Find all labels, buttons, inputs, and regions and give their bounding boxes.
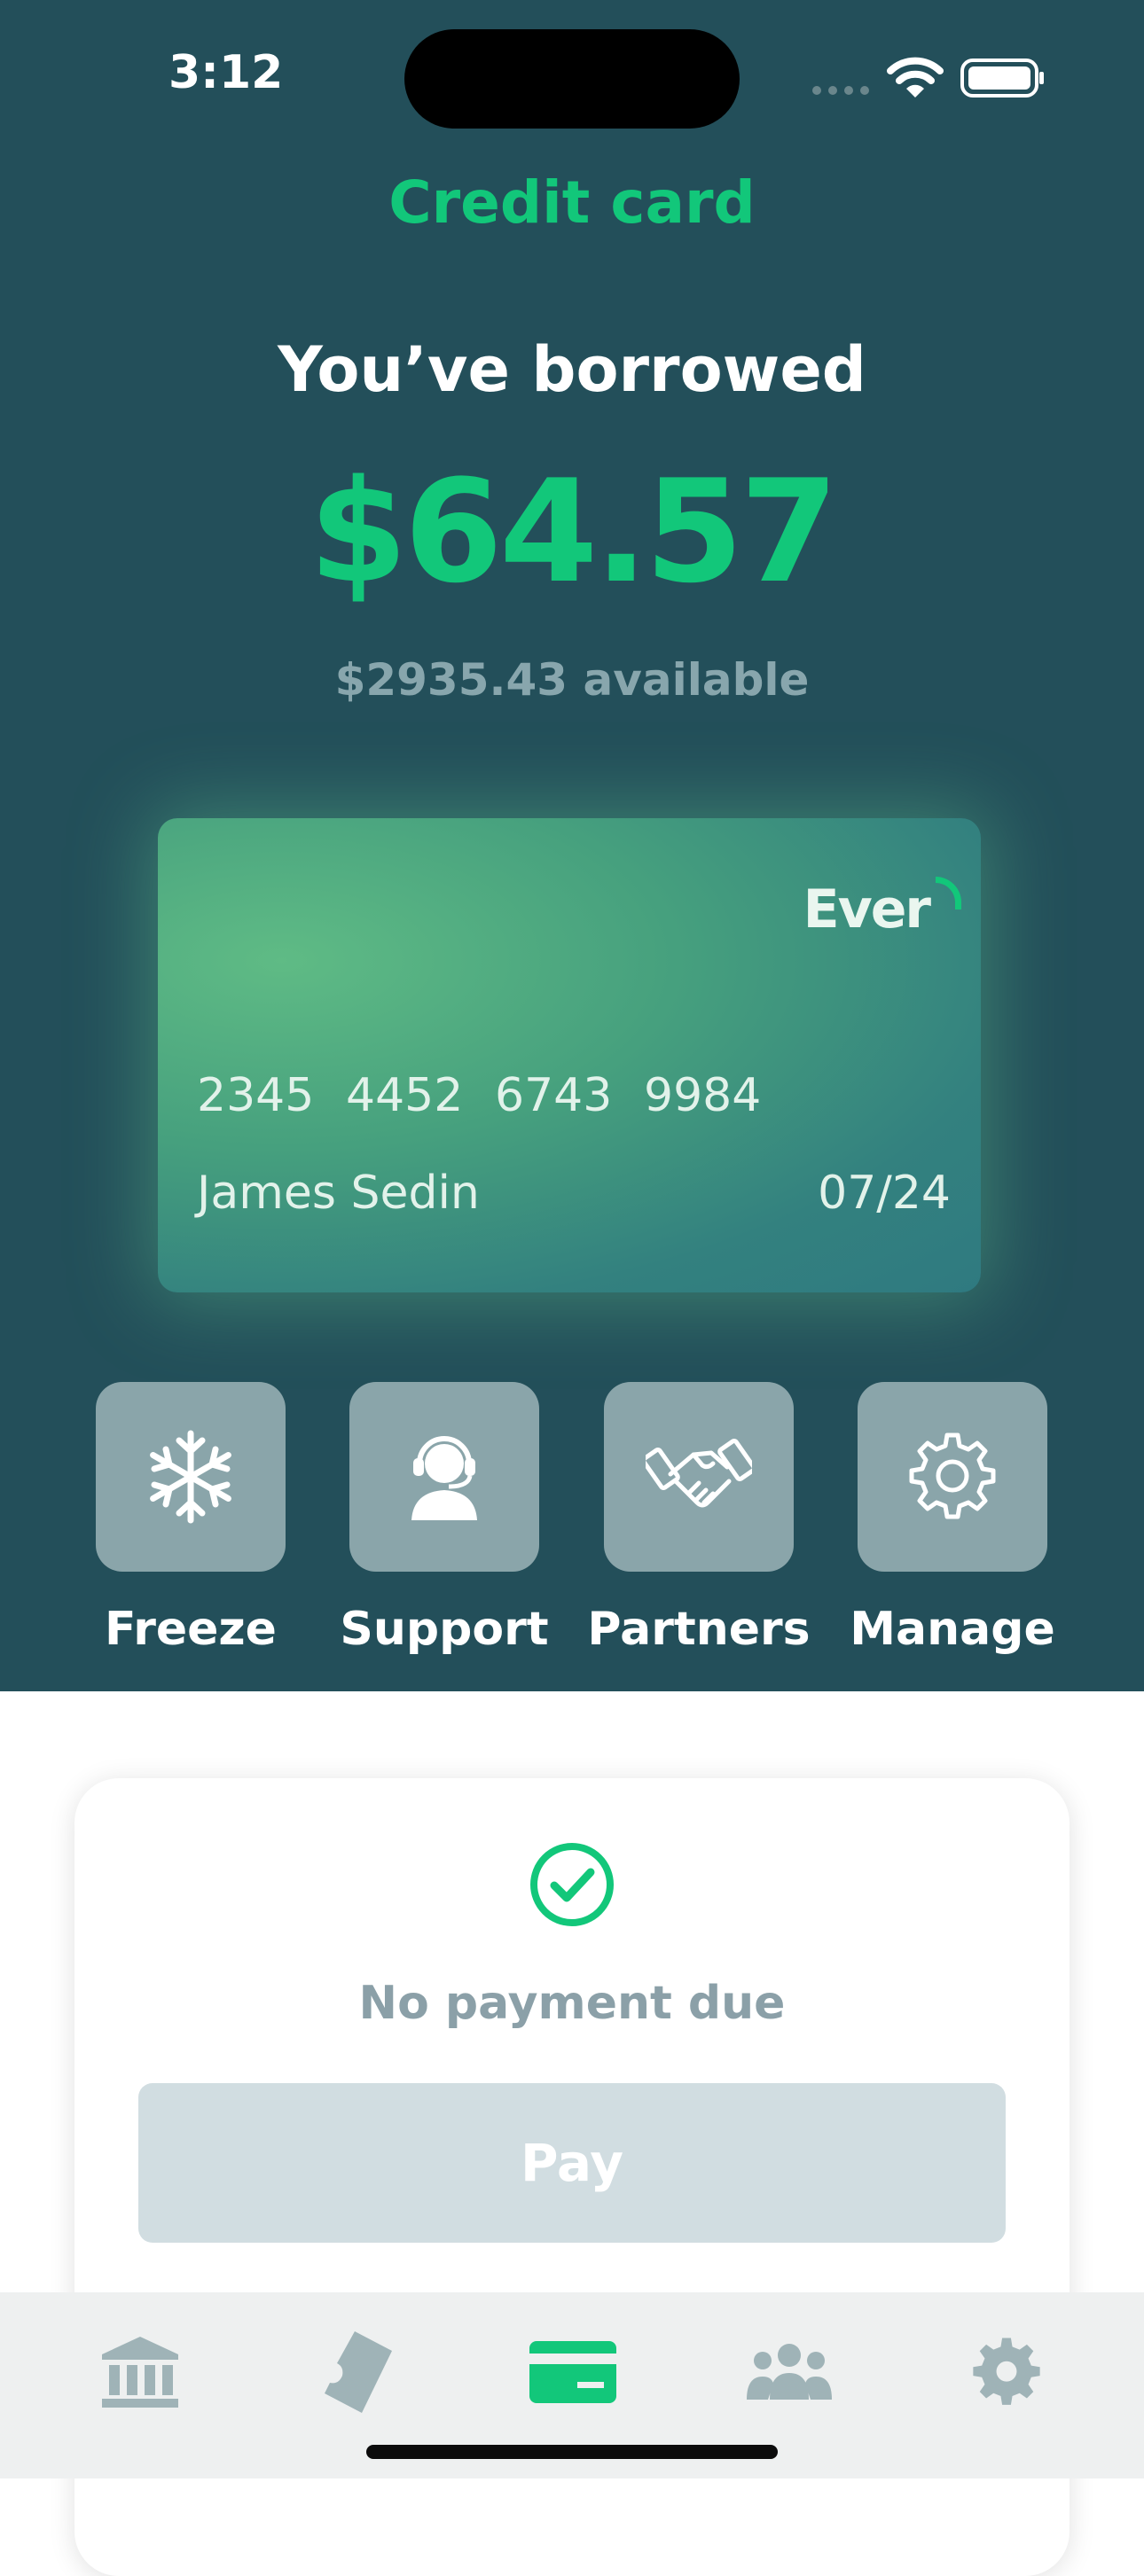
freeze-button[interactable] xyxy=(96,1382,286,1572)
brand-mark-icon xyxy=(936,877,961,909)
gear-icon xyxy=(909,1432,996,1519)
check-circle-icon xyxy=(529,1841,615,1932)
credit-card-icon xyxy=(529,2341,616,2403)
borrowed-amount: $64.57 xyxy=(309,449,838,614)
manage-button[interactable] xyxy=(858,1382,1047,1572)
card-holder-name: James Sedin xyxy=(197,1167,480,1220)
available-credit: $2935.43 available xyxy=(334,654,810,706)
card-number-group: 9984 xyxy=(644,1069,762,1122)
card-number-group: 2345 xyxy=(197,1069,315,1122)
ticket-icon xyxy=(325,2331,392,2413)
status-time: 3:12 xyxy=(168,46,284,99)
page-title: Credit card xyxy=(388,168,756,237)
bank-icon xyxy=(102,2337,178,2408)
home-indicator xyxy=(366,2445,778,2459)
gear-icon xyxy=(973,2338,1040,2405)
snowflake-icon xyxy=(150,1430,231,1524)
tab-credit-card[interactable] xyxy=(511,2319,635,2425)
dynamic-island xyxy=(404,29,740,129)
card-expiry: 07/24 xyxy=(818,1167,951,1220)
freeze-label: Freeze xyxy=(105,1603,277,1656)
borrowed-heading: You’ve borrowed xyxy=(278,333,866,406)
partners-label: Partners xyxy=(587,1603,811,1656)
partners-button[interactable] xyxy=(604,1382,794,1572)
pay-button[interactable]: Pay xyxy=(138,2083,1006,2243)
header-section: 3:12 Credit card You’ve borrowed $64.57 … xyxy=(0,0,1144,1691)
tab-people[interactable] xyxy=(727,2319,851,2425)
tab-rewards[interactable] xyxy=(296,2319,420,2425)
wifi-icon xyxy=(887,57,944,103)
card-number-group: 4452 xyxy=(346,1069,464,1122)
headset-agent-icon xyxy=(411,1436,477,1520)
card-number-group: 6743 xyxy=(495,1069,613,1122)
card-brand-logo: Ever xyxy=(803,878,931,941)
tab-accounts[interactable] xyxy=(78,2319,202,2425)
credit-card[interactable]: Ever 2345 4452 6743 9984 James Sedin 07/… xyxy=(158,818,981,1292)
support-button[interactable] xyxy=(349,1382,539,1572)
people-icon xyxy=(747,2344,832,2400)
manage-label: Manage xyxy=(850,1603,1055,1656)
signal-icon xyxy=(811,83,873,100)
battery-icon xyxy=(960,59,1046,101)
support-label: Support xyxy=(340,1603,549,1656)
handshake-icon xyxy=(646,1438,752,1508)
payment-status: No payment due xyxy=(358,1977,786,2030)
tab-settings[interactable] xyxy=(944,2319,1069,2425)
